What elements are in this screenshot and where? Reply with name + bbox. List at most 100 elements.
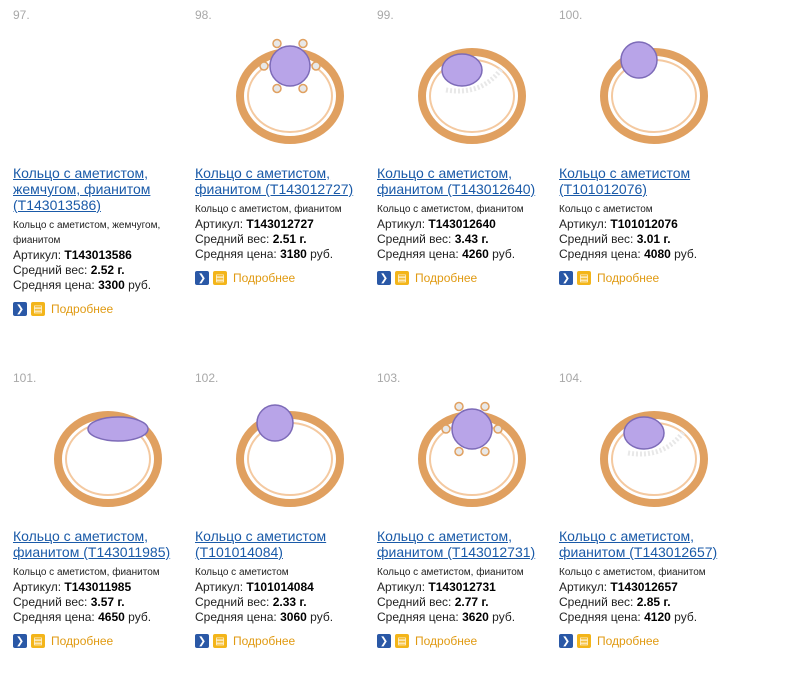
sku-row: Артикул: T101014084 <box>195 580 314 594</box>
product-number: 99. <box>377 8 394 22</box>
price-row: Средняя цена: 3060 руб. <box>195 610 334 624</box>
chevron-right-icon[interactable]: ❯ <box>195 271 209 285</box>
product-title-link[interactable]: Кольцо с аметистом, фианитом (T143011985… <box>13 528 188 560</box>
product-number: 103. <box>377 371 401 385</box>
product-description: Кольцо с аметистом, фианитом <box>559 567 706 578</box>
weight-row: Средний вес: 2.85 г. <box>559 595 671 609</box>
price-row: Средняя цена: 4120 руб. <box>559 610 698 624</box>
sku-row: Артикул: T143012727 <box>195 217 314 231</box>
weight-value: 2.51 <box>272 232 297 246</box>
product-title-link[interactable]: Кольцо с аметистом (T101014084) <box>195 528 370 560</box>
price-row: Средняя цена: 4080 руб. <box>559 247 698 261</box>
weight-row: Средний вес: 2.77 г. <box>377 595 489 609</box>
cart-icon[interactable]: ▤ <box>213 634 227 648</box>
price-value: 3300 <box>98 278 125 292</box>
chevron-right-icon[interactable]: ❯ <box>377 634 391 648</box>
cart-icon[interactable]: ▤ <box>31 302 45 316</box>
details-link[interactable]: Подробнее <box>233 271 295 285</box>
price-value: 3180 <box>280 247 307 261</box>
product-actions: ❯ ▤ Подробнее <box>377 270 552 286</box>
product-image[interactable] <box>584 18 724 158</box>
product-image[interactable] <box>584 381 724 521</box>
product-image[interactable] <box>38 381 178 521</box>
chevron-right-icon[interactable]: ❯ <box>559 271 573 285</box>
product-description: Кольцо с аметистом, фианитом <box>195 204 342 215</box>
weight-row: Средний вес: 2.52 г. <box>13 263 125 277</box>
chevron-right-icon[interactable]: ❯ <box>13 302 27 316</box>
product-description: Кольцо с аметистом, фианитом <box>13 567 160 578</box>
product-info: Кольцо с аметистом, фианитом Артикул: T1… <box>13 565 188 649</box>
cart-icon[interactable]: ▤ <box>577 271 591 285</box>
ring-illustration <box>600 41 708 144</box>
ring-illustration <box>418 48 526 144</box>
product-title-link[interactable]: Кольцо с аметистом, фианитом (T143012657… <box>559 528 734 560</box>
details-link[interactable]: Подробнее <box>51 302 113 316</box>
details-link[interactable]: Подробнее <box>597 634 659 648</box>
price-value: 3620 <box>462 610 489 624</box>
product-image[interactable] <box>220 18 360 158</box>
product-actions: ❯ ▤ Подробнее <box>559 270 734 286</box>
cart-icon[interactable]: ▤ <box>31 634 45 648</box>
sku-value: T143012640 <box>428 217 496 231</box>
product-info: Кольцо с аметистом, фианитом Артикул: T1… <box>377 202 552 286</box>
weight-value: 2.85 <box>636 595 661 609</box>
sku-row: Артикул: T101012076 <box>559 217 678 231</box>
sku-row: Артикул: T143013586 <box>13 248 132 262</box>
sku-value: T101014084 <box>246 580 314 594</box>
price-row: Средняя цена: 4260 руб. <box>377 247 516 261</box>
product-description: Кольцо с аметистом, фианитом <box>377 567 524 578</box>
product-actions: ❯ ▤ Подробнее <box>13 301 188 317</box>
price-value: 4650 <box>98 610 125 624</box>
details-link[interactable]: Подробнее <box>597 271 659 285</box>
product-number: 100. <box>559 8 583 22</box>
chevron-right-icon[interactable]: ❯ <box>195 634 209 648</box>
product-actions: ❯ ▤ Подробнее <box>195 270 370 286</box>
details-link[interactable]: Подробнее <box>51 634 113 648</box>
weight-value: 2.33 <box>272 595 297 609</box>
sku-row: Артикул: T143012640 <box>377 217 496 231</box>
details-link[interactable]: Подробнее <box>233 634 295 648</box>
product-image[interactable] <box>38 18 178 158</box>
details-link[interactable]: Подробнее <box>415 634 477 648</box>
product-number: 102. <box>195 371 219 385</box>
product-image[interactable] <box>220 381 360 521</box>
sku-value: T101012076 <box>610 217 678 231</box>
chevron-right-icon[interactable]: ❯ <box>13 634 27 648</box>
product-description: Кольцо с аметистом, жемчугом, фианитом <box>13 220 161 246</box>
cart-icon[interactable]: ▤ <box>395 271 409 285</box>
product-image[interactable] <box>402 381 542 521</box>
product-title-link[interactable]: Кольцо с аметистом (T101012076) <box>559 165 734 197</box>
product-info: Кольцо с аметистом Артикул: T101012076 С… <box>559 202 734 286</box>
details-link[interactable]: Подробнее <box>415 271 477 285</box>
chevron-right-icon[interactable]: ❯ <box>377 271 391 285</box>
product-info: Кольцо с аметистом, фианитом Артикул: T1… <box>559 565 734 649</box>
price-value: 3060 <box>280 610 307 624</box>
price-value: 4080 <box>644 247 671 261</box>
weight-row: Средний вес: 2.51 г. <box>195 232 307 246</box>
cart-icon[interactable]: ▤ <box>395 634 409 648</box>
weight-row: Средний вес: 3.01 г. <box>559 232 671 246</box>
product-title-link[interactable]: Кольцо с аметистом, фианитом (T143012727… <box>195 165 370 197</box>
sku-row: Артикул: T143012657 <box>559 580 678 594</box>
cart-icon[interactable]: ▤ <box>213 271 227 285</box>
product-actions: ❯ ▤ Подробнее <box>195 633 370 649</box>
product-title-link[interactable]: Кольцо с аметистом, фианитом (T143012640… <box>377 165 552 197</box>
product-title-link[interactable]: Кольцо с аметистом, фианитом (T143012731… <box>377 528 552 560</box>
cart-icon[interactable]: ▤ <box>577 634 591 648</box>
sku-value: T143011985 <box>64 580 132 594</box>
product-number: 104. <box>559 371 583 385</box>
product-image[interactable] <box>402 18 542 158</box>
chevron-right-icon[interactable]: ❯ <box>559 634 573 648</box>
ring-illustration <box>54 411 162 507</box>
ring-illustration <box>418 401 526 507</box>
product-actions: ❯ ▤ Подробнее <box>377 633 552 649</box>
ring-illustration <box>600 411 708 507</box>
product-description: Кольцо с аметистом <box>559 204 653 215</box>
product-title-link[interactable]: Кольцо с аметистом, жемчугом, фианитом (… <box>13 165 188 213</box>
ring-illustration <box>236 404 344 507</box>
ring-illustration <box>236 38 344 144</box>
product-number: 101. <box>13 371 37 385</box>
product-number: 97. <box>13 8 30 22</box>
sku-value: T143012731 <box>428 580 496 594</box>
product-info: Кольцо с аметистом Артикул: T101014084 С… <box>195 565 370 649</box>
